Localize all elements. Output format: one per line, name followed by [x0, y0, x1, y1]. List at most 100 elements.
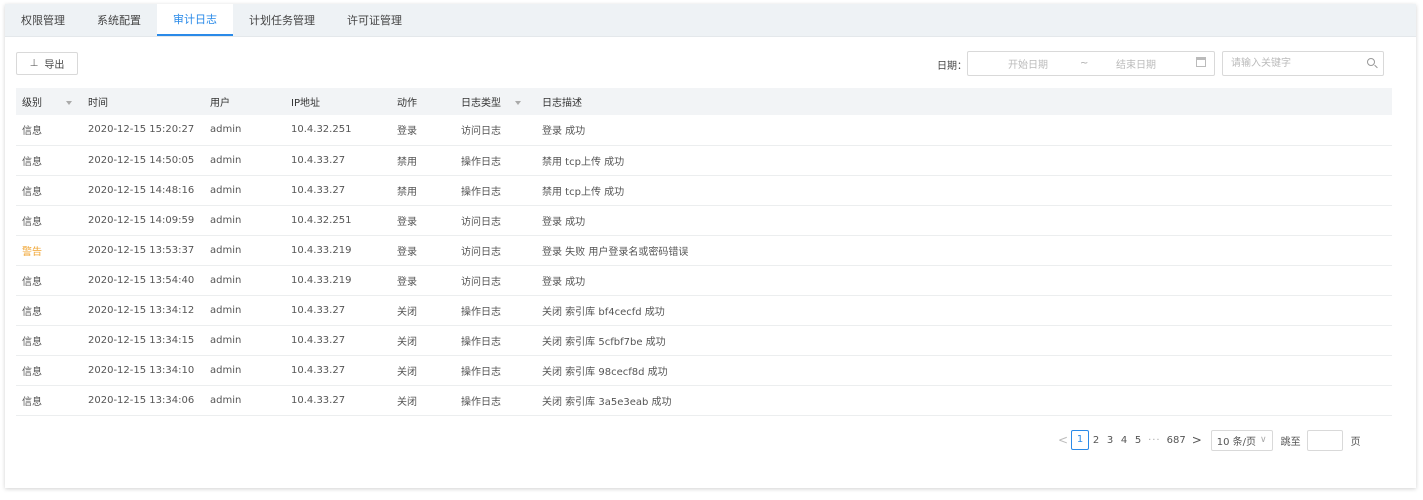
export-button[interactable]: ⊥ 导出 — [16, 52, 78, 75]
table-row: 信息 2020-12-15 13:54:40 admin 10.4.33.219… — [16, 265, 1392, 296]
header-description: 日志描述 — [542, 98, 582, 109]
cell-level: 信息 — [16, 325, 82, 356]
cell-level: 信息 — [16, 385, 82, 416]
header-action: 动作 — [397, 98, 417, 109]
cell-action: 登录 — [391, 235, 455, 266]
cell-ip: 10.4.33.27 — [285, 355, 391, 386]
toolbar: ⊥ 导出 日期： 开始日期 ~ 结束日期 — [5, 37, 1416, 87]
date-range-picker[interactable]: 开始日期 ~ 结束日期 — [967, 51, 1215, 76]
cell-ip: 10.4.33.219 — [285, 265, 391, 296]
cell-user: admin — [204, 205, 285, 236]
cell-user: admin — [204, 145, 285, 176]
start-date-placeholder[interactable]: 开始日期 — [1008, 56, 1048, 71]
page-suffix: 页 — [1350, 436, 1361, 448]
cell-ip: 10.4.32.251 — [285, 205, 391, 236]
cell-time: 2020-12-15 13:34:12 — [82, 295, 204, 326]
cell-time: 2020-12-15 13:34:06 — [82, 385, 204, 416]
tab-bar: 权限管理 系统配置 审计日志 计划任务管理 许可证管理 — [5, 4, 1416, 37]
upload-icon: ⊥ — [29, 58, 39, 69]
cell-level-warning: 警告 — [16, 235, 82, 266]
cell-user: admin — [204, 265, 285, 296]
page-size-select[interactable]: 10 条/页 ∨ — [1210, 429, 1273, 451]
tab-audit-log[interactable]: 审计日志 — [157, 4, 233, 36]
table-row: 信息 2020-12-15 14:09:59 admin 10.4.32.251… — [16, 205, 1392, 236]
table-row: 信息 2020-12-15 14:48:16 admin 10.4.33.27 … — [16, 175, 1392, 206]
cell-action: 关闭 — [391, 385, 455, 416]
cell-time: 2020-12-15 14:09:59 — [82, 205, 204, 236]
cell-ip: 10.4.33.219 — [285, 235, 391, 266]
filter-icon[interactable] — [515, 101, 521, 105]
last-page-button[interactable]: 687 — [1164, 435, 1189, 446]
cell-level: 信息 — [16, 265, 82, 296]
pagination: < 1 2 3 4 5 ··· 687 > 10 条/页 ∨ 跳至 页 — [1055, 429, 1361, 451]
header-log-type: 日志类型 — [455, 88, 536, 115]
page-4-button[interactable]: 4 — [1117, 435, 1131, 446]
end-date-placeholder[interactable]: 结束日期 — [1116, 56, 1156, 71]
page-size-value: 10 条/页 — [1216, 436, 1257, 448]
cell-level: 信息 — [16, 205, 82, 236]
jump-page-input[interactable] — [1306, 429, 1343, 451]
cell-time: 2020-12-15 14:48:16 — [82, 175, 204, 206]
cell-type: 操作日志 — [455, 295, 536, 326]
table-row: 信息 2020-12-15 15:20:27 admin 10.4.32.251… — [16, 115, 1392, 146]
page-1-button[interactable]: 1 — [1071, 430, 1090, 450]
cell-ip: 10.4.33.27 — [285, 175, 391, 206]
date-label: 日期： — [937, 61, 967, 72]
cell-action: 禁用 — [391, 175, 455, 206]
header-level: 级别 — [16, 88, 82, 115]
cell-level: 信息 — [16, 115, 82, 146]
cell-desc: 登录 成功 — [536, 115, 1392, 146]
cell-ip: 10.4.32.251 — [285, 115, 391, 146]
search-input[interactable] — [1231, 53, 1361, 74]
cell-desc: 关闭 索引库 5cfbf7be 成功 — [536, 325, 1392, 356]
cell-action: 登录 — [391, 205, 455, 236]
cell-desc: 登录 失败 用户登录名或密码错误 — [536, 235, 1392, 266]
page-2-button[interactable]: 2 — [1089, 435, 1103, 446]
jump-label: 跳至 — [1280, 436, 1301, 448]
cell-time: 2020-12-15 14:50:05 — [82, 145, 204, 176]
cell-type: 操作日志 — [455, 385, 536, 416]
search-icon[interactable] — [1367, 58, 1375, 66]
cell-desc: 关闭 索引库 98cecf8d 成功 — [536, 355, 1392, 386]
next-page-button[interactable]: > — [1189, 433, 1205, 447]
cell-time: 2020-12-15 13:34:10 — [82, 355, 204, 386]
cell-type: 访问日志 — [455, 235, 536, 266]
table-row: 信息 2020-12-15 13:34:06 admin 10.4.33.27 … — [16, 385, 1392, 416]
page-5-button[interactable]: 5 — [1131, 435, 1145, 446]
cell-ip: 10.4.33.27 — [285, 385, 391, 416]
cell-user: admin — [204, 325, 285, 356]
cell-type: 操作日志 — [455, 325, 536, 356]
header-time: 时间 — [88, 98, 108, 109]
cell-desc: 禁用 tcp上传 成功 — [536, 145, 1392, 176]
table-header: 级别 时间 用户 IP地址 动作 日志类型 日志描述 — [16, 88, 1392, 115]
page-3-button[interactable]: 3 — [1103, 435, 1117, 446]
calendar-icon[interactable] — [1196, 57, 1206, 67]
chevron-down-icon: ∨ — [1260, 435, 1267, 445]
prev-page-button[interactable]: < — [1055, 433, 1071, 447]
tab-system-config[interactable]: 系统配置 — [81, 4, 157, 36]
tab-scheduled-tasks[interactable]: 计划任务管理 — [233, 4, 331, 36]
filter-icon[interactable] — [66, 101, 72, 105]
cell-time: 2020-12-15 13:54:40 — [82, 265, 204, 296]
cell-action: 禁用 — [391, 145, 455, 176]
log-table: 级别 时间 用户 IP地址 动作 日志类型 日志描述 信息 2020-12-15… — [16, 88, 1392, 416]
table-row: 信息 2020-12-15 13:34:15 admin 10.4.33.27 … — [16, 325, 1392, 356]
cell-ip: 10.4.33.27 — [285, 295, 391, 326]
cell-user: admin — [204, 385, 285, 416]
tab-permission[interactable]: 权限管理 — [5, 4, 81, 36]
cell-type: 访问日志 — [455, 265, 536, 296]
cell-desc: 登录 成功 — [536, 265, 1392, 296]
tab-license[interactable]: 许可证管理 — [331, 4, 418, 36]
cell-action: 登录 — [391, 115, 455, 146]
header-ip: IP地址 — [291, 98, 320, 109]
range-separator: ~ — [1080, 58, 1089, 69]
cell-action: 关闭 — [391, 295, 455, 326]
cell-time: 2020-12-15 13:34:15 — [82, 325, 204, 356]
cell-user: admin — [204, 115, 285, 146]
cell-desc: 关闭 索引库 3a5e3eab 成功 — [536, 385, 1392, 416]
cell-user: admin — [204, 235, 285, 266]
cell-time: 2020-12-15 13:53:37 — [82, 235, 204, 266]
cell-level: 信息 — [16, 175, 82, 206]
cell-desc: 禁用 tcp上传 成功 — [536, 175, 1392, 206]
page-ellipsis[interactable]: ··· — [1145, 435, 1164, 446]
